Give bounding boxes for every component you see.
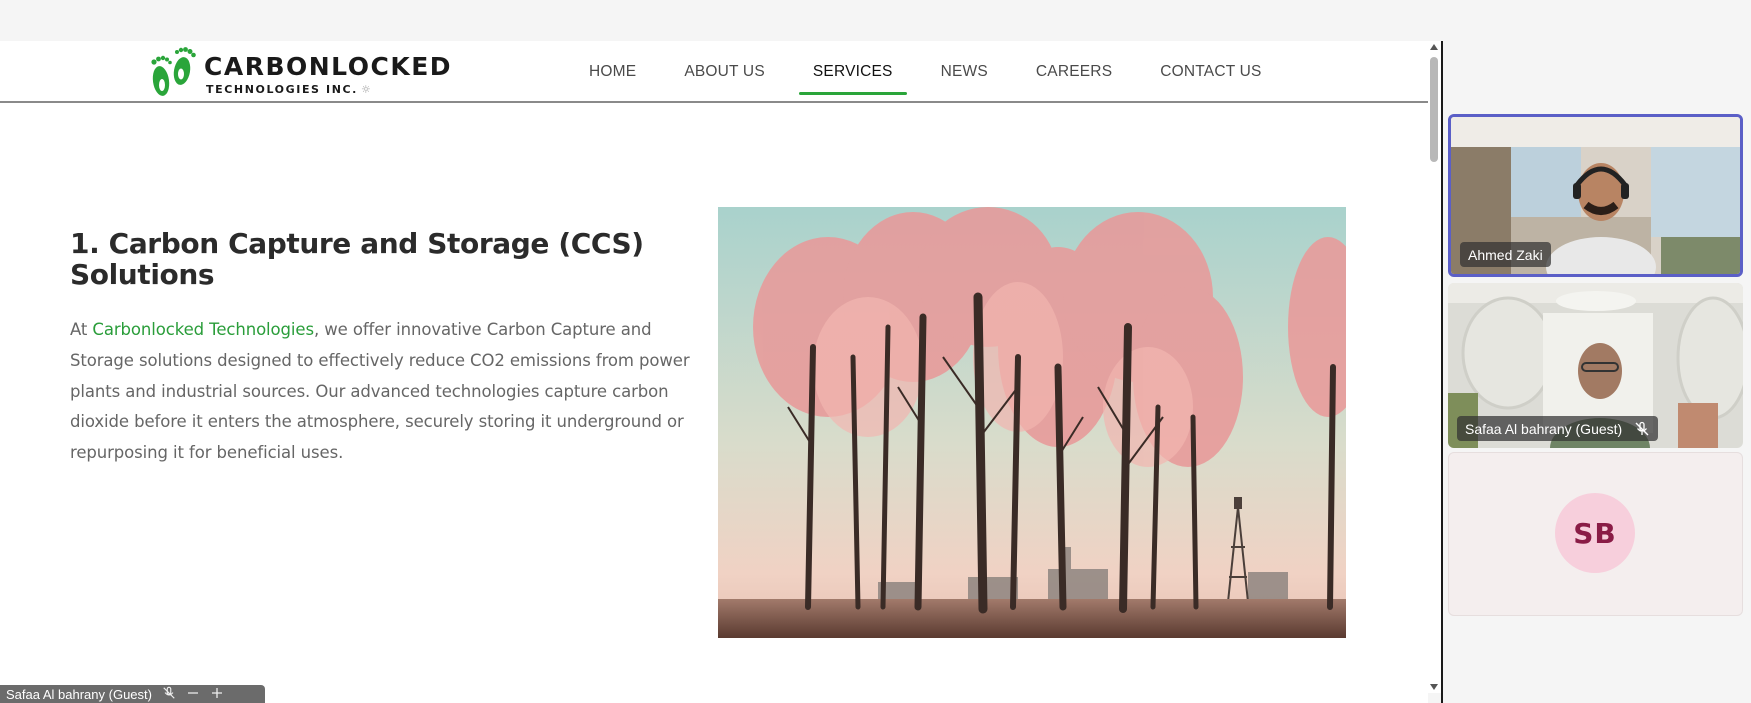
participant-tile-ahmed[interactable]: Ahmed Zaki	[1448, 114, 1743, 277]
trees-industrial-image	[718, 207, 1346, 638]
shared-screen: CARBONLOCKED TECHNOLOGIES INC. ☼ HOME ABO…	[0, 41, 1428, 703]
mic-muted-icon[interactable]	[162, 686, 176, 703]
body-text: , we offer innovative Carbon Capture and…	[70, 320, 690, 463]
mic-muted-icon	[1634, 421, 1650, 437]
nav-careers[interactable]: CAREERS	[1012, 41, 1136, 103]
participant-tile-sb[interactable]: SB	[1448, 452, 1743, 616]
scroll-up-arrow-icon[interactable]	[1430, 44, 1438, 50]
nav-about-us[interactable]: ABOUT US	[660, 41, 789, 103]
section-title: 1. Carbon Capture and Storage (CCS) Solu…	[70, 227, 644, 291]
minimize-icon[interactable]	[186, 686, 200, 703]
nav-services[interactable]: SERVICES	[789, 41, 917, 103]
scroll-thumb[interactable]	[1430, 57, 1438, 162]
sun-icon: ☼	[360, 82, 373, 96]
main-nav: HOME ABOUT US SERVICES NEWS CAREERS CONT…	[565, 41, 1286, 103]
footprint-logo-icon	[146, 45, 200, 103]
mini-bar-name: Safaa Al bahrany (Guest)	[6, 686, 152, 702]
participant-name-text: Safaa Al bahrany (Guest)	[1465, 420, 1623, 437]
participant-name: Safaa Al bahrany (Guest)	[1457, 416, 1659, 441]
page-scrollbar[interactable]	[1428, 41, 1441, 693]
avatar: SB	[1555, 493, 1635, 573]
site-header: CARBONLOCKED TECHNOLOGIES INC. ☼ HOME ABO…	[0, 41, 1428, 103]
nav-contact-us[interactable]: CONTACT US	[1136, 41, 1285, 103]
panel-divider	[1441, 41, 1443, 703]
section-body: At Carbonlocked Technologies, we offer i…	[70, 315, 700, 469]
scroll-down-arrow-icon[interactable]	[1430, 684, 1438, 690]
logo-subtitle: TECHNOLOGIES INC. ☼	[206, 82, 373, 96]
participant-name: Ahmed Zaki	[1460, 242, 1551, 267]
company-link[interactable]: Carbonlocked Technologies	[92, 320, 314, 339]
nav-home[interactable]: HOME	[565, 41, 660, 103]
nav-news[interactable]: NEWS	[917, 41, 1012, 103]
participant-tile-safaa[interactable]: Safaa Al bahrany (Guest)	[1448, 283, 1743, 448]
mini-participant-bar[interactable]: Safaa Al bahrany (Guest)	[0, 685, 265, 703]
body-prefix: At	[70, 320, 93, 339]
logo-wordmark: CARBONLOCKED	[204, 51, 453, 81]
expand-icon[interactable]	[210, 686, 224, 703]
site-logo[interactable]: CARBONLOCKED TECHNOLOGIES INC. ☼	[146, 45, 452, 103]
